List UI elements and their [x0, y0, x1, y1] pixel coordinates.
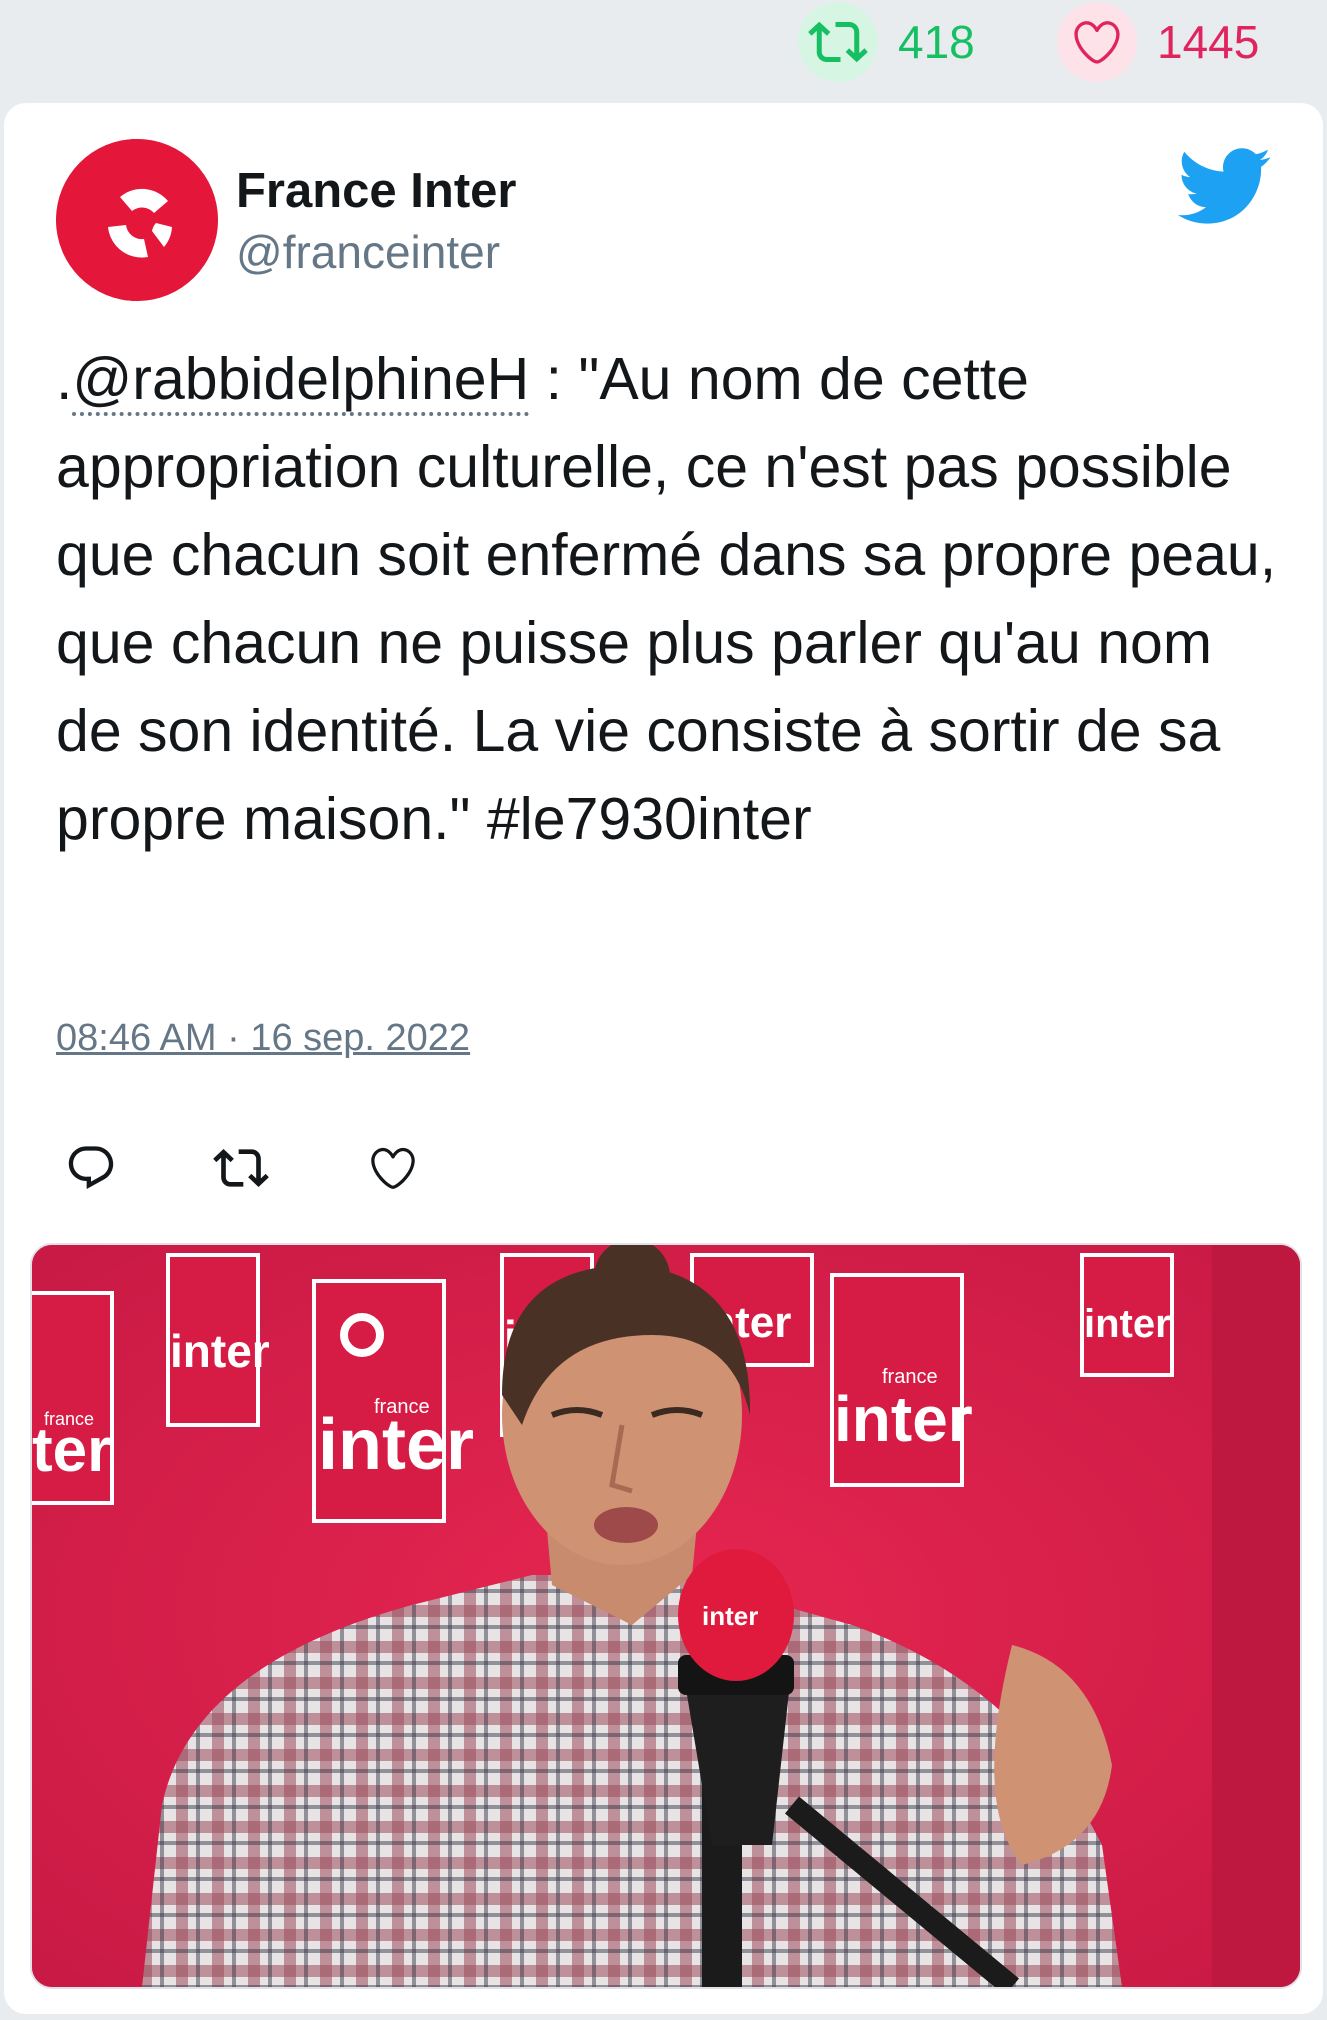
twitter-bird-icon[interactable]: [1174, 145, 1272, 227]
author-name[interactable]: France Inter: [236, 163, 516, 219]
svg-text:inter: inter: [702, 1601, 758, 1631]
reply-icon[interactable]: [56, 1133, 126, 1203]
tweet-card: France Inter @franceinter .@rabbidelphin…: [4, 103, 1323, 2014]
svg-text:ter: ter: [32, 1416, 111, 1485]
logo-board: france inter: [830, 1273, 973, 1487]
retweet-count: 418: [898, 16, 975, 68]
svg-text:inter: inter: [170, 1325, 270, 1377]
logo-board: inter: [1080, 1253, 1174, 1377]
like-count: 1445: [1157, 16, 1260, 68]
france-inter-logo: [56, 139, 218, 301]
retweet-icon[interactable]: [798, 2, 878, 82]
heart-icon[interactable]: [1057, 2, 1137, 82]
tweet-timestamp[interactable]: 08:46 AM · 16 sep. 2022: [56, 1017, 470, 1060]
avatar[interactable]: [56, 139, 218, 301]
tweet-text: .@rabbidelphineH : "Au nom de cette appr…: [56, 335, 1286, 863]
logo-board: inter: [166, 1253, 270, 1427]
svg-text:inter: inter: [318, 1405, 474, 1485]
svg-text:inter: inter: [1084, 1302, 1171, 1346]
studio-photo: france ter inter france inter in inter: [32, 1245, 1300, 1987]
mention-link[interactable]: @rabbidelphineH: [72, 346, 530, 416]
tweet-body: : "Au nom de cette appropriation culture…: [56, 346, 1277, 852]
tweet-stats-bar: 418 1445: [0, 0, 1327, 90]
like-action-icon[interactable]: [358, 1133, 428, 1203]
tweet-media-photo[interactable]: france ter inter france inter in inter: [30, 1243, 1302, 1989]
retweet-stat[interactable]: 418: [798, 2, 975, 82]
tweet-prefix: .: [56, 346, 73, 412]
retweet-action-icon[interactable]: [206, 1133, 276, 1203]
logo-board: france ter: [32, 1291, 114, 1505]
svg-text:inter: inter: [834, 1383, 973, 1455]
author-handle[interactable]: @franceinter: [236, 225, 500, 279]
like-stat[interactable]: 1445: [1057, 2, 1259, 82]
